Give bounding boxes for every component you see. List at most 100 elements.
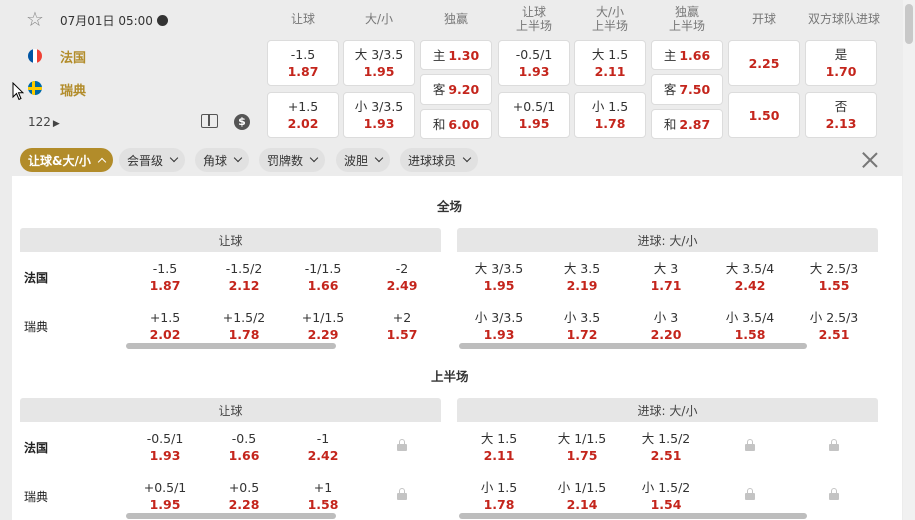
section-title: 上半场 <box>431 369 469 384</box>
odds-label: 大 1.5 <box>591 47 629 62</box>
draw-cell[interactable]: 和 6.00 <box>420 109 492 139</box>
odds-value: 6.00 <box>448 116 480 132</box>
win-away-cell[interactable]: 客 9.20 <box>420 74 492 105</box>
odds-line: +0.5/1 <box>143 480 187 495</box>
right-odds-cell[interactable]: 小 1.5 1.78 <box>459 479 539 513</box>
left-odds-cell[interactable]: +1/1.5 2.29 <box>283 309 363 343</box>
right-odds-cell[interactable]: 小 3.5 1.72 <box>542 309 622 343</box>
section-title: 全场 <box>437 199 463 214</box>
odds-value: 9.20 <box>448 82 480 97</box>
left-odds-cell[interactable]: -2 2.49 <box>362 260 442 294</box>
filter-chip-0[interactable]: 让球&大/小 <box>20 148 113 172</box>
filter-chip-2[interactable]: 角球 <box>195 148 250 172</box>
odds-value: 2.49 <box>386 278 418 293</box>
close-icon[interactable] <box>860 150 880 170</box>
away-team-name[interactable]: 瑞典 <box>60 80 86 99</box>
right-odds-cell[interactable]: 大 3.5 2.19 <box>542 260 622 294</box>
odds-label: 客 <box>663 82 677 97</box>
under-cell[interactable]: 小 3/3.5 1.93 <box>343 92 415 138</box>
left-odds-cell[interactable]: -1.5 1.87 <box>125 260 205 294</box>
right-odds-cell[interactable]: 大 3.5/4 2.42 <box>710 260 790 294</box>
h1-win-home-cell[interactable]: 主 1.66 <box>651 40 723 70</box>
dollar-icon[interactable]: $ <box>234 114 250 130</box>
right-odds-cell[interactable]: 大 3/3.5 1.95 <box>459 260 539 294</box>
filter-chip-5[interactable]: 进球球员 <box>400 148 479 172</box>
home-team-name[interactable]: 法国 <box>60 47 86 66</box>
odds-value: 2.87 <box>679 116 711 132</box>
h1-draw-cell[interactable]: 和 2.87 <box>651 109 723 139</box>
filter-chip-3[interactable]: 罚牌数 <box>259 148 326 172</box>
handicap-away-cell[interactable]: +1.5 2.02 <box>267 92 339 138</box>
h1-win-away-cell[interactable]: 客 7.50 <box>651 74 723 105</box>
left-odds-cell[interactable]: +2 1.57 <box>362 309 442 343</box>
odds-value: 1.71 <box>650 278 682 293</box>
h1-handicap-away-cell[interactable]: +0.5/1 1.95 <box>498 92 570 138</box>
left-odds-cell[interactable]: -1/1.5 1.66 <box>283 260 363 294</box>
lock-icon <box>397 439 407 451</box>
left-odds-cell[interactable]: +1 1.58 <box>283 479 363 513</box>
left-odds-cell[interactable]: +1.5 2.02 <box>125 309 205 343</box>
pitch-stats-icon[interactable] <box>201 114 218 128</box>
scrollbar-thumb[interactable] <box>905 4 913 44</box>
chevron-down-icon <box>462 153 472 163</box>
right-odds-cell[interactable]: 大 2.5/3 1.55 <box>794 260 874 294</box>
right-odds-cell[interactable]: 小 3 2.20 <box>626 309 706 343</box>
kickoff-home-cell[interactable]: 2.25 <box>728 40 800 86</box>
page-scrollbar[interactable] <box>903 0 915 520</box>
odds-line: 小 3/3.5 <box>474 310 524 325</box>
column-header-2: 独赢 <box>443 12 468 26</box>
over-cell[interactable]: 大 3/3.5 1.95 <box>343 40 415 86</box>
odds-line: 小 1.5/2 <box>641 480 691 495</box>
h1-under-cell[interactable]: 小 1.5 1.78 <box>574 92 646 138</box>
totals-scrollbar[interactable] <box>459 513 807 519</box>
left-odds-cell[interactable]: +0.5/1 1.95 <box>125 479 205 513</box>
row-team-label: 瑞典 <box>24 490 49 504</box>
right-odds-cell[interactable]: 小 3/3.5 1.93 <box>459 309 539 343</box>
odds-line: +2 <box>392 310 412 325</box>
left-odds-cell[interactable]: +1.5/2 1.78 <box>204 309 284 343</box>
right-odds-cell[interactable]: 小 1.5/2 1.54 <box>626 479 706 513</box>
filter-chip-1[interactable]: 会晋级 <box>119 148 186 172</box>
right-odds-cell[interactable]: 小 2.5/3 2.51 <box>794 309 874 343</box>
h1-handicap-home-cell[interactable]: -0.5/1 1.93 <box>498 40 570 86</box>
odds-value: 1.87 <box>287 64 319 79</box>
filter-chip-4[interactable]: 波胆 <box>336 148 391 172</box>
kickoff-away-cell[interactable]: 1.50 <box>728 92 800 138</box>
right-odds-cell[interactable]: 小 3.5/4 1.58 <box>710 309 790 343</box>
odds-value: 2.11 <box>594 64 626 79</box>
left-odds-cell[interactable]: -0.5 1.66 <box>204 430 284 464</box>
chevron-down-icon <box>169 153 179 163</box>
right-odds-cell[interactable]: 小 1/1.5 2.14 <box>542 479 622 513</box>
left-odds-cell[interactable]: +0.5 2.28 <box>204 479 284 513</box>
right-odds-cell[interactable]: 大 1/1.5 1.75 <box>542 430 622 464</box>
right-odds-cell[interactable]: 大 1.5 2.11 <box>459 430 539 464</box>
odds-line: 大 1.5 <box>480 431 518 446</box>
handicap-scrollbar[interactable] <box>126 343 336 349</box>
right-odds-cell[interactable]: 大 1.5/2 2.51 <box>626 430 706 464</box>
totals-panel-header: 进球: 大/小 <box>457 228 878 252</box>
h1-over-cell[interactable]: 大 1.5 2.11 <box>574 40 646 86</box>
right-odds-cell[interactable]: 大 3 1.71 <box>626 260 706 294</box>
odds-line: 小 3.5/4 <box>725 310 775 325</box>
odds-line: 小 3 <box>653 310 679 325</box>
caret-right-icon: ▶ <box>52 119 60 129</box>
odds-label: 和 <box>432 116 446 132</box>
left-odds-cell[interactable]: -1.5/2 2.12 <box>204 260 284 294</box>
odds-value: 1.93 <box>149 448 181 463</box>
left-odds-cell[interactable]: -1 2.42 <box>283 430 363 464</box>
more-markets-link[interactable]: 122 ▶ <box>28 115 60 129</box>
win-home-cell[interactable]: 主 1.30 <box>420 40 492 70</box>
odds-value: 1.66 <box>228 448 260 463</box>
handicap-home-cell[interactable]: -1.5 1.87 <box>267 40 339 86</box>
odds-line: -1.5 <box>152 261 178 276</box>
odds-value: 2.14 <box>566 497 598 512</box>
btts-no-cell[interactable]: 否 2.13 <box>805 92 877 138</box>
btts-yes-cell[interactable]: 是 1.70 <box>805 40 877 86</box>
odds-label: 小 3/3.5 <box>354 99 404 114</box>
left-odds-cell[interactable]: -0.5/1 1.93 <box>125 430 205 464</box>
odds-label: 主 <box>663 47 677 63</box>
odds-value: 2.29 <box>307 327 339 342</box>
totals-scrollbar[interactable] <box>459 343 807 349</box>
favorite-star-icon[interactable]: ☆ <box>26 9 44 29</box>
handicap-scrollbar[interactable] <box>126 513 336 519</box>
